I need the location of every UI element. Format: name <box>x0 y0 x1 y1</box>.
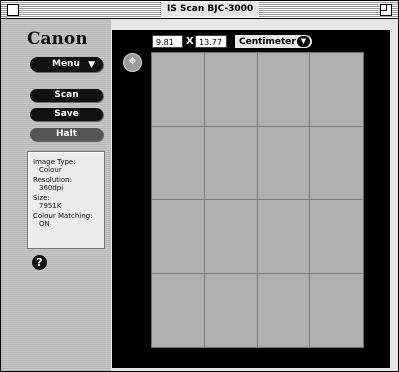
title-bar[interactable]: IS Scan BJC-3000 <box>1 1 398 19</box>
grid-cell <box>257 200 311 274</box>
width-field[interactable]: 9.81 <box>152 35 183 48</box>
menu-button[interactable]: Menu ▼ <box>30 57 103 72</box>
size-label: Size: <box>33 194 50 202</box>
menu-label: Menu <box>52 59 80 69</box>
grid-cell <box>257 126 311 200</box>
image-type-value: Colour <box>39 166 62 174</box>
canon-logo: Canon <box>27 29 88 49</box>
grid-cell <box>152 53 205 127</box>
grid-cell <box>204 200 258 274</box>
grid-cell <box>152 126 205 200</box>
move-arrows-icon[interactable]: ✥ <box>123 53 142 72</box>
grid-cell <box>152 200 205 274</box>
scan-area[interactable] <box>151 52 364 348</box>
window-title: IS Scan BJC-3000 <box>161 2 260 17</box>
sidebar: Canon Menu ▼ Scan Save Halt Image Type: … <box>1 19 111 371</box>
triangle-down-icon: ▼ <box>297 36 310 47</box>
triangle-down-icon: ▼ <box>88 60 95 70</box>
halt-button[interactable]: Halt <box>30 128 103 141</box>
image-type-label: Image Type: <box>33 158 76 166</box>
grid-cell <box>204 126 258 200</box>
grid-cell <box>310 200 363 274</box>
close-box-icon[interactable] <box>7 4 19 16</box>
save-button[interactable]: Save <box>30 108 103 121</box>
dimension-separator: X <box>186 36 194 47</box>
preview-panel: 9.81 X 13.77 Centimeter ▼ ✥ <box>112 30 390 368</box>
grid-cell <box>152 273 205 347</box>
resolution-value: 360dpi <box>39 184 64 192</box>
question-mark-icon[interactable]: ? <box>32 255 47 270</box>
colour-matching-value: ON <box>39 220 50 228</box>
scan-button[interactable]: Scan <box>30 89 103 102</box>
app-window: IS Scan BJC-3000 Canon Menu ▼ Scan Save … <box>0 0 399 372</box>
size-value: 7951K <box>39 202 62 210</box>
zoom-box-icon[interactable] <box>380 4 392 16</box>
grid-cell <box>204 53 258 127</box>
grid-cell <box>310 274 363 348</box>
info-panel: Image Type: Colour Resolution: 360dpi Si… <box>27 151 105 249</box>
grid-cell <box>310 53 363 127</box>
height-field[interactable]: 13.77 <box>195 35 227 48</box>
grid-cell <box>310 127 363 200</box>
resolution-label: Resolution: <box>33 176 72 184</box>
grid-cell <box>258 273 311 347</box>
unit-select[interactable]: Centimeter ▼ <box>234 34 313 49</box>
grid-cell <box>257 53 311 127</box>
colour-matching-label: Colour Matching: <box>33 212 93 220</box>
grid-cell <box>205 273 258 347</box>
unit-value: Centimeter <box>239 37 296 47</box>
